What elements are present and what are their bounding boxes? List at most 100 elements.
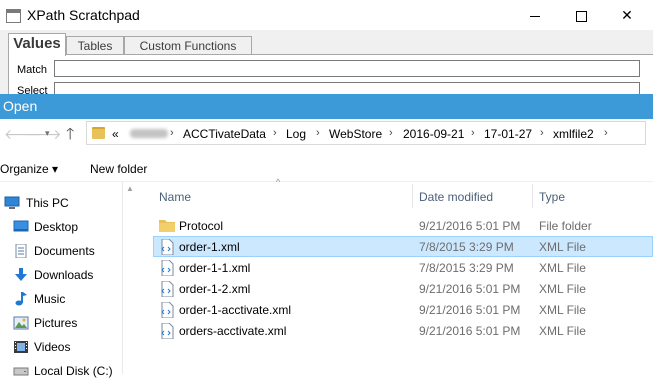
scratchpad-title: XPath Scratchpad: [27, 7, 140, 23]
file-date-modified: 7/8/2015 3:29 PM: [419, 261, 514, 275]
nav-item-videos[interactable]: Videos: [0, 337, 120, 357]
folder-icon: [92, 127, 105, 139]
tab-values[interactable]: Values: [8, 33, 66, 56]
nav-label: Videos: [34, 340, 71, 354]
file-type: XML File: [539, 324, 586, 338]
file-date-modified: 9/21/2016 5:01 PM: [419, 219, 521, 233]
breadcrumb-date[interactable]: 2016-09-21: [403, 127, 464, 141]
tab-custom-functions[interactable]: Custom Functions: [124, 36, 252, 55]
column-divider[interactable]: [532, 184, 533, 208]
nav-pane-scrollbar[interactable]: [122, 182, 138, 374]
nav-item-music[interactable]: Music: [0, 289, 120, 309]
open-dialog-title-bar: Open: [0, 94, 653, 119]
file-date-modified: 7/8/2015 3:29 PM: [419, 240, 514, 254]
xml-file-icon: [161, 323, 174, 339]
chevron-right-icon[interactable]: ›: [389, 127, 393, 139]
maximize-button[interactable]: [558, 0, 604, 30]
file-row[interactable]: Protocol 9/21/2016 5:01 PM File folder: [153, 215, 653, 236]
minimize-button[interactable]: [512, 0, 558, 30]
breadcrumb-webstore[interactable]: WebStore: [329, 127, 382, 141]
column-header-type[interactable]: Type: [539, 190, 565, 204]
recent-locations-chevron-icon[interactable]: ▾: [45, 128, 50, 139]
file-date-modified: 9/21/2016 5:01 PM: [419, 282, 521, 296]
chevron-right-icon[interactable]: ›: [273, 127, 277, 139]
nav-label: Local Disk (C:): [34, 364, 113, 378]
downloads-icon: [15, 268, 27, 281]
nav-label: Desktop: [34, 220, 79, 234]
nav-item-desktop[interactable]: Desktop: [0, 217, 120, 237]
column-divider[interactable]: [412, 184, 413, 208]
nav-label: Pictures: [34, 316, 78, 330]
videos-icon: [14, 341, 28, 353]
breadcrumb-log[interactable]: Log: [286, 127, 306, 141]
file-name: order-1-acctivate.xml: [179, 303, 292, 317]
maximize-icon: [575, 10, 587, 22]
xml-file-icon: [161, 239, 174, 255]
breadcrumb-acctivatedata[interactable]: ACCTivateData: [183, 127, 266, 141]
nav-item-local-disk[interactable]: Local Disk (C:): [0, 361, 120, 381]
up-arrow-icon[interactable]: 🡑: [66, 123, 74, 150]
file-row[interactable]: order-1-acctivate.xml 9/21/2016 5:01 PM …: [153, 299, 653, 320]
back-arrow-icon[interactable]: 🡐: [4, 126, 42, 143]
minimize-icon: [530, 15, 540, 17]
file-date-modified: 9/21/2016 5:01 PM: [419, 324, 521, 338]
chevron-right-icon[interactable]: ›: [540, 127, 544, 139]
documents-icon: [15, 244, 27, 258]
organize-button[interactable]: Organize ▾: [0, 162, 58, 176]
close-button[interactable]: ✕: [604, 0, 650, 30]
xml-file-icon: [161, 302, 174, 318]
column-header-name[interactable]: Name: [159, 190, 191, 204]
nav-label: Music: [34, 292, 66, 306]
desktop-icon: [13, 220, 29, 232]
xml-file-icon: [161, 281, 174, 297]
app-window-icon: [6, 9, 21, 23]
scroll-up-arrow-icon[interactable]: ▲: [126, 184, 134, 193]
chevron-right-icon[interactable]: ›: [471, 127, 475, 139]
column-header-date-modified[interactable]: Date modified: [419, 190, 493, 204]
redacted-username: [130, 129, 168, 138]
file-row[interactable]: order-1-1.xml 7/8/2015 3:29 PM XML File: [153, 257, 653, 278]
music-icon: [15, 292, 27, 306]
file-type: XML File: [539, 282, 586, 296]
file-type: XML File: [539, 261, 586, 275]
tab-tables[interactable]: Tables: [66, 36, 124, 55]
file-name: order-1-1.xml: [179, 261, 251, 275]
folder-icon: [159, 220, 175, 232]
file-row[interactable]: orders-acctivate.xml 9/21/2016 5:01 PM X…: [153, 320, 653, 341]
file-type: XML File: [539, 303, 586, 317]
file-name: Protocol: [179, 219, 224, 233]
open-dialog-title: Open: [3, 98, 38, 114]
breadcrumb-xmlfile2[interactable]: xmlfile2: [553, 127, 594, 141]
computer-icon: [4, 196, 20, 209]
nav-item-documents[interactable]: Documents: [0, 241, 120, 261]
breadcrumb-overflow[interactable]: «: [112, 127, 119, 141]
file-row-selected[interactable]: order-1.xml 7/8/2015 3:29 PM XML File: [153, 236, 653, 257]
nav-item-downloads[interactable]: Downloads: [0, 265, 120, 285]
file-name: orders-acctivate.xml: [179, 324, 287, 338]
new-folder-button[interactable]: New folder: [90, 162, 147, 176]
nav-label: Downloads: [34, 268, 94, 282]
xpath-scratchpad-window: XPath Scratchpad ✕ Values Tables Custom …: [0, 0, 653, 97]
file-type: XML File: [539, 240, 586, 254]
match-label: Match: [17, 64, 47, 76]
xml-file-icon: [161, 260, 174, 276]
match-input[interactable]: [54, 60, 640, 77]
close-icon: ✕: [621, 7, 633, 23]
file-name: order-1.xml: [179, 240, 240, 254]
pictures-icon: [13, 316, 29, 330]
chevron-right-icon[interactable]: ›: [604, 127, 608, 139]
toolbar-divider: [0, 181, 653, 182]
file-row[interactable]: order-1-2.xml 9/21/2016 5:01 PM XML File: [153, 278, 653, 299]
nav-label: This PC: [26, 196, 69, 210]
file-name: order-1-2.xml: [179, 282, 251, 296]
nav-item-this-pc[interactable]: This PC: [0, 193, 120, 213]
sort-ascending-icon: ^: [276, 177, 281, 187]
file-type: File folder: [539, 219, 592, 233]
nav-label: Documents: [34, 244, 95, 258]
breadcrumb-time[interactable]: 17-01-27: [484, 127, 532, 141]
nav-item-pictures[interactable]: Pictures: [0, 313, 120, 333]
forward-arrow-icon[interactable]: 🡒: [24, 126, 62, 143]
scratchpad-title-bar: XPath Scratchpad ✕: [0, 0, 653, 30]
chevron-right-icon[interactable]: ›: [170, 127, 174, 139]
chevron-right-icon[interactable]: ›: [316, 127, 320, 139]
